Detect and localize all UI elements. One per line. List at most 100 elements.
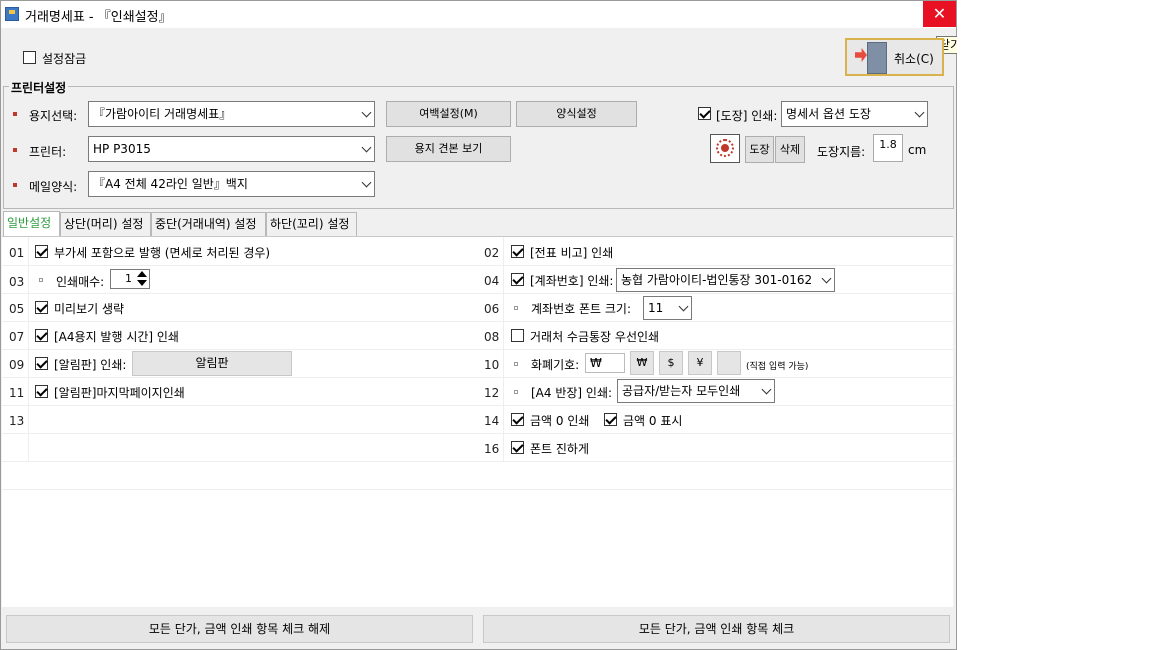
row-divider — [2, 321, 953, 322]
column-divider — [28, 237, 29, 461]
row-number: 09 — [9, 358, 25, 372]
bullet-icon — [13, 112, 17, 116]
row-number: 12 — [484, 386, 500, 400]
notice-print-label: [알림판] 인쇄: — [54, 358, 127, 372]
currency-symbol-label: 화폐기호: — [531, 358, 580, 372]
currency-symbol-input[interactable]: ₩ — [585, 353, 625, 373]
bullet-icon — [13, 148, 17, 152]
stamp-size-unit: cm — [908, 143, 927, 157]
bullet-icon — [13, 183, 17, 187]
account-font-size-label: 계좌번호 폰트 크기: — [531, 302, 631, 316]
tab-general[interactable]: 일반설정 — [3, 211, 60, 237]
margin-settings-button[interactable]: 여백설정(M) — [386, 101, 511, 127]
stamp-image-icon[interactable] — [710, 134, 740, 163]
row-number: 07 — [9, 330, 25, 344]
zero-amount-show-label: 금액 0 표시 — [623, 414, 683, 428]
notice-last-page-label: [알림판]마지막페이지인쇄 — [54, 386, 185, 400]
chevron-down-icon — [761, 384, 772, 395]
uncheck-all-button[interactable]: 모든 단가, 금액 인쇄 항목 체크 해제 — [6, 615, 473, 643]
close-button[interactable]: ✕ — [923, 1, 956, 27]
stepper-up-icon[interactable] — [137, 271, 147, 277]
row-divider — [2, 265, 953, 266]
account-select[interactable]: 농협 가람아이티-법인통장 301-0162 — [616, 268, 835, 292]
a4-time-checkbox[interactable] — [35, 329, 48, 342]
client-account-priority-checkbox[interactable] — [511, 329, 524, 342]
skip-preview-checkbox[interactable] — [35, 301, 48, 314]
memo-print-checkbox[interactable] — [511, 245, 524, 258]
chevron-down-icon — [361, 107, 372, 118]
vat-included-checkbox[interactable] — [35, 245, 48, 258]
chevron-down-icon — [821, 273, 832, 284]
row-divider — [2, 489, 953, 490]
chevron-down-icon — [361, 177, 372, 188]
blank-symbol-button[interactable] — [717, 351, 741, 375]
cancel-label: 취소(C) — [894, 52, 934, 66]
desktop-background — [957, 0, 1152, 650]
bold-font-checkbox[interactable] — [511, 441, 524, 454]
row-number: 06 — [484, 302, 500, 316]
paper-sample-button[interactable]: 용지 견본 보기 — [386, 136, 511, 162]
account-font-size-value: 11 — [648, 301, 664, 315]
door-icon — [867, 42, 887, 74]
settings-lock-checkbox[interactable] — [23, 51, 36, 64]
row-divider — [2, 433, 953, 434]
print-copies-stepper[interactable]: 1 — [110, 269, 150, 289]
settings-lock-label: 설정잠금 — [42, 52, 87, 66]
row-divider — [2, 377, 953, 378]
account-print-checkbox[interactable] — [511, 273, 524, 286]
notice-board-button[interactable]: 알림판 — [132, 351, 292, 376]
mail-template-label: 메일양식: — [29, 180, 78, 194]
tab-body[interactable]: 중단(거래내역) 설정 — [151, 212, 266, 236]
row-number: 03 — [9, 275, 25, 289]
yen-symbol-button[interactable]: ¥ — [688, 351, 712, 375]
dollar-symbol-button[interactable]: $ — [659, 351, 683, 375]
printer-select-value: HP P3015 — [93, 142, 151, 156]
zero-amount-show-checkbox[interactable] — [604, 413, 617, 426]
delete-stamp-button[interactable]: 삭제 — [775, 136, 805, 163]
a4-time-label: [A4용지 발행 시간] 인쇄 — [54, 330, 179, 344]
stamp-select[interactable]: 명세서 옵션 도장 — [781, 101, 928, 127]
a4-half-print-select[interactable]: 공급자/받는자 모두인쇄 — [617, 379, 775, 403]
won-symbol-button[interactable]: ₩ — [630, 351, 654, 375]
account-font-size-select[interactable]: 11 — [643, 296, 692, 320]
chevron-down-icon — [678, 301, 689, 312]
account-print-label: [계좌번호] 인쇄: — [530, 274, 614, 288]
paper-label: 용지선택: — [29, 109, 78, 123]
chevron-down-icon — [914, 107, 925, 118]
chevron-down-icon — [361, 142, 372, 153]
printer-select[interactable]: HP P3015 — [88, 136, 375, 162]
cancel-button[interactable]: 취소(C) — [845, 38, 944, 76]
row-divider — [2, 405, 953, 406]
printer-label: 프린터: — [29, 145, 67, 159]
stamp-button[interactable]: 도장 — [745, 136, 774, 163]
zero-amount-print-checkbox[interactable] — [511, 413, 524, 426]
memo-print-label: [전표 비고] 인쇄 — [530, 246, 614, 260]
form-settings-button[interactable]: 양식설정 — [516, 101, 637, 127]
paper-select-value: 『가람아이티 거래명세표』 — [93, 107, 232, 121]
paper-select[interactable]: 『가람아이티 거래명세표』 — [88, 101, 375, 127]
stamp-print-checkbox[interactable] — [698, 107, 711, 120]
print-copies-value: 1 — [125, 272, 132, 285]
bullet-icon — [514, 390, 518, 394]
stamp-print-label: [도장] 인쇄: — [716, 109, 778, 123]
print-copies-label: 인쇄매수: — [56, 275, 105, 289]
row-number: 14 — [484, 414, 500, 428]
skip-preview-label: 미리보기 생략 — [54, 302, 125, 316]
vat-included-label: 부가세 포함으로 발행 (면세로 처리된 경우) — [54, 246, 271, 260]
row-number: 11 — [9, 386, 25, 400]
stepper-down-icon[interactable] — [137, 280, 147, 286]
notice-last-page-checkbox[interactable] — [35, 385, 48, 398]
exit-arrow-icon — [855, 48, 867, 62]
tab-header[interactable]: 상단(머리) 설정 — [60, 212, 151, 236]
row-divider — [2, 349, 953, 350]
check-all-button[interactable]: 모든 단가, 금액 인쇄 항목 체크 — [483, 615, 950, 643]
notice-print-checkbox[interactable] — [35, 357, 48, 370]
mail-template-select[interactable]: 『A4 전체 42라인 일반』백지 — [88, 171, 375, 197]
bullet-icon — [514, 306, 518, 310]
bullet-icon — [39, 278, 43, 282]
window-title: 거래명세표 - 『인쇄설정』 — [25, 10, 172, 25]
tab-footer[interactable]: 하단(꼬리) 설정 — [266, 212, 357, 236]
stamp-size-input[interactable]: 1.8 — [873, 134, 903, 162]
printer-settings-title: 프린터설정 — [9, 79, 69, 96]
a4-half-print-label: [A4 반장] 인쇄: — [531, 386, 613, 400]
